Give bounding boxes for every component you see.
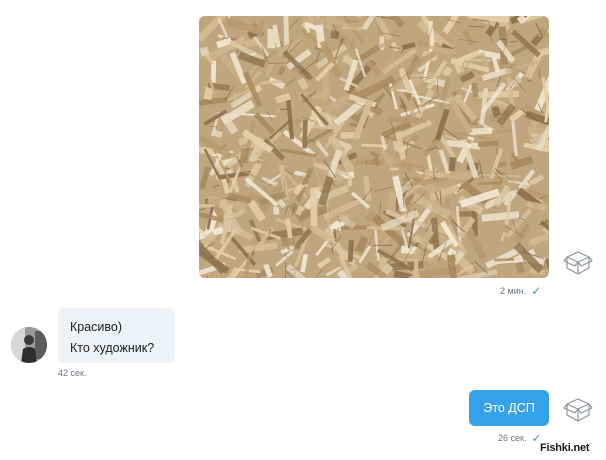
- message-text-line: Красиво): [70, 320, 123, 334]
- watermark: Fishki.net: [540, 442, 590, 454]
- open-box-icon[interactable]: [563, 246, 593, 276]
- message-time: 42 сек.: [58, 368, 87, 378]
- message-time: 26 сек.: [498, 433, 527, 443]
- message-text-line: Кто художник?: [70, 341, 155, 355]
- checkmark-icon: ✓: [531, 284, 542, 298]
- outgoing-message-bubble: Это ДСП: [469, 390, 549, 426]
- osb-texture-image: [199, 16, 549, 278]
- message-time: 2 мин.: [500, 286, 527, 296]
- incoming-message-meta: 42 сек.: [58, 368, 86, 378]
- message-text: Это ДСП: [483, 401, 535, 415]
- chat-photo[interactable]: [199, 16, 549, 278]
- avatar[interactable]: [11, 327, 47, 363]
- text-message-meta: 26 сек. ✓: [498, 432, 542, 444]
- photo-message-meta: 2 мин. ✓: [500, 285, 541, 297]
- incoming-message-bubble: Красиво) Кто художник?: [58, 308, 175, 363]
- open-box-icon[interactable]: [563, 393, 593, 423]
